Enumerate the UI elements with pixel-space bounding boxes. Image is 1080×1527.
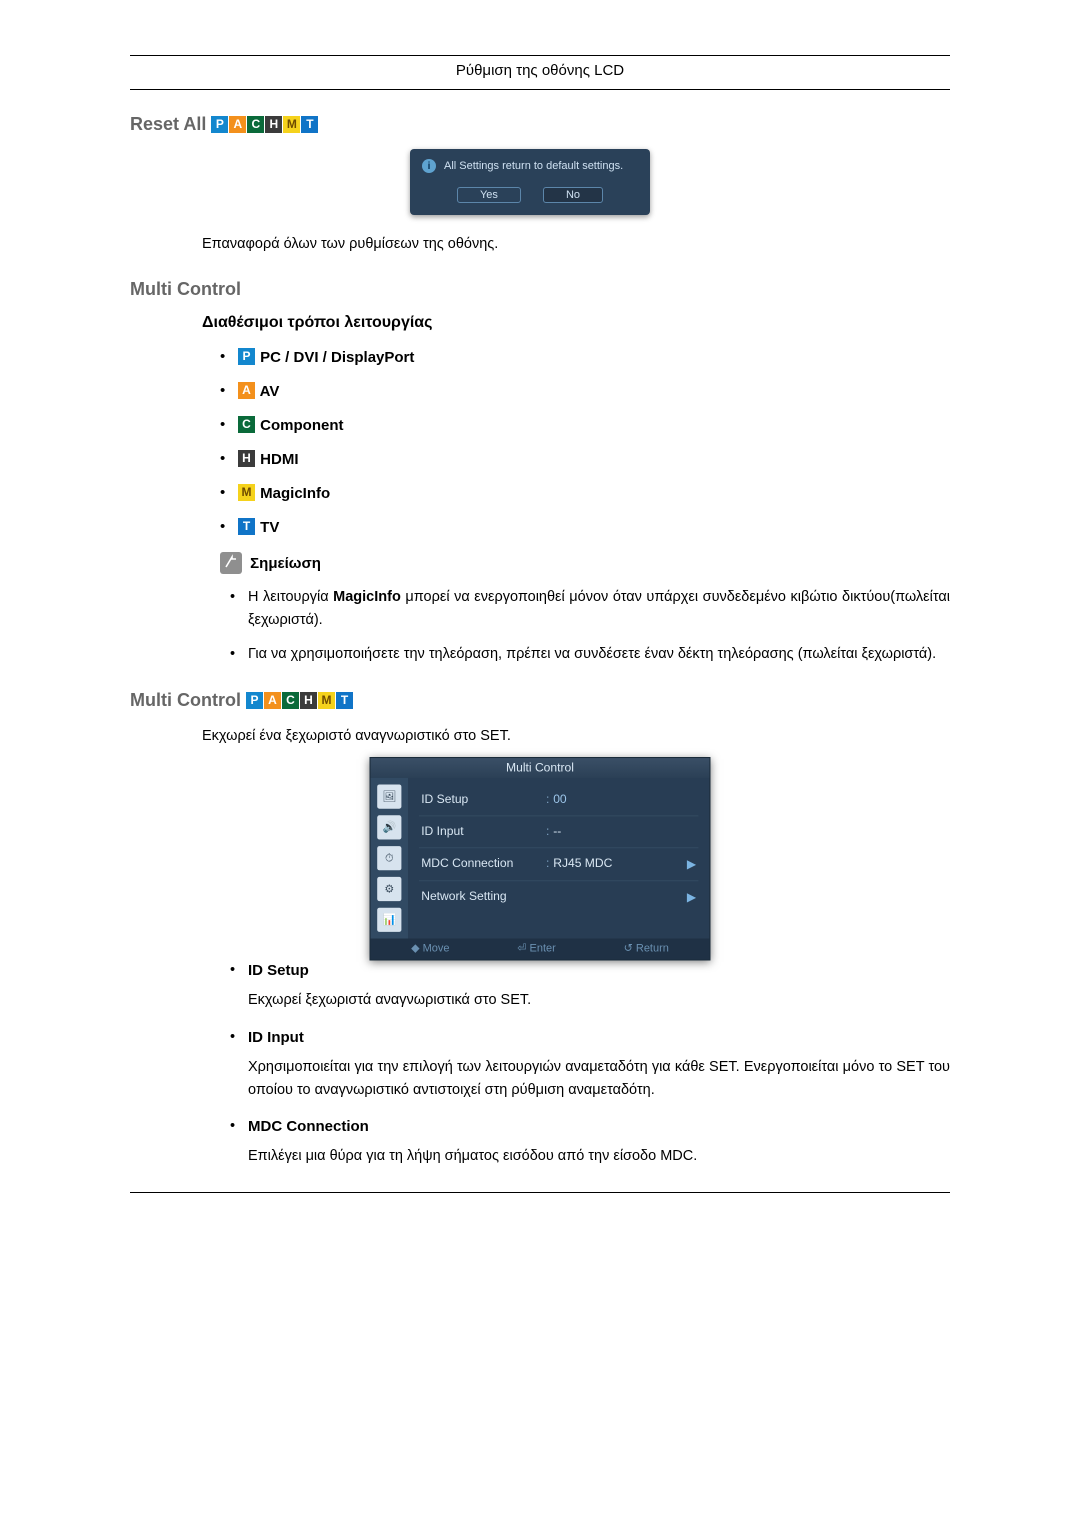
p-icon: P [246,692,263,709]
osd-row: ID Input:-- [419,817,698,849]
m-icon: M [238,484,255,501]
def-item: MDC Connection Επιλέγει μια θύρα για τη … [248,1118,950,1168]
dialog-no-button[interactable]: No [543,187,603,203]
osd-foot-enter: ⏎ Enter [517,943,556,955]
osd-row: ID Setup:00 [419,785,698,817]
osd-row: MDC Connection:RJ45 MDC▶ [419,849,698,882]
arrow-right-icon: ▶ [687,857,696,871]
osd-title: Multi Control [371,758,710,778]
mode-item-pc: P PC / DVI / DisplayPort [238,348,950,366]
mc2-intro: Εκχωρεί ένα ξεχωριστό αναγνωριστικό στο … [202,725,950,747]
reset-desc: Επαναφορά όλων των ρυθμίσεων της οθόνης. [202,233,950,255]
note-item-2: Για να χρησιμοποιήσετε την τηλεόραση, πρ… [248,643,950,665]
mode-item-hdmi: H HDMI [238,450,950,468]
osd-row: Network Setting▶ [419,882,698,914]
osd-sidebar-icon: 📊 [377,908,401,932]
h-icon: H [265,116,282,133]
osd-sidebar-icon: 🔊 [377,816,401,840]
c-icon: C [282,692,299,709]
reset-all-heading: Reset All PACHMT [130,114,950,135]
p-icon: P [238,348,255,365]
dialog-yes-button[interactable]: Yes [457,187,521,203]
h-icon: H [300,692,317,709]
reset-dialog-image: i All Settings return to default setting… [410,149,950,215]
osd-sidebar-icon: ⏱ [377,846,401,870]
def-desc: Επιλέγει μια θύρα για τη λήψη σήματος ει… [248,1145,950,1168]
a-icon: A [264,692,281,709]
m-icon: M [318,692,335,709]
m-icon: M [283,116,300,133]
t-icon: T [301,116,318,133]
note-icon [220,552,242,574]
def-item: ID Input Χρησιμοποιείται για την επιλογή… [248,1029,950,1102]
c-icon: C [247,116,264,133]
osd-sidebar-icon: 🖼 [377,785,401,809]
def-term: ID Input [248,1029,950,1046]
arrow-right-icon: ▶ [687,890,696,904]
def-term: ID Setup [248,962,950,979]
mode-item-component: C Component [238,416,950,434]
mode-item-av: A AV [238,382,950,400]
def-desc: Χρησιμοποιείται για την επιλογή των λειτ… [248,1056,950,1102]
osd-foot-return: ↺ Return [624,943,669,955]
osd-foot-move: ◆ Move [411,943,449,955]
note-item-1: Η λειτουργία MagicInfo μπορεί να ενεργοπ… [248,586,950,631]
multi-control-heading: Multi Control [130,279,950,300]
a-icon: A [238,382,255,399]
def-desc: Εκχωρεί ξεχωριστά αναγνωριστικά στο SET. [248,989,950,1012]
multi-control2-heading: Multi Control PACHMT [130,690,950,711]
note-label: Σημείωση [220,552,950,574]
mode-item-magicinfo: M MagicInfo [238,484,950,502]
dialog-text: All Settings return to default settings. [444,160,623,172]
p-icon: P [211,116,228,133]
t-icon: T [238,518,255,535]
def-term: MDC Connection [248,1118,950,1135]
def-item: ID Setup Εκχωρεί ξεχωριστά αναγνωριστικά… [248,962,950,1012]
osd-sidebar-icon: ⚙ [377,877,401,901]
modes-subtitle: Διαθέσιμοι τρόποι λειτουργίας [202,314,950,332]
info-icon: i [422,159,436,173]
page-header: Ρύθμιση της οθόνης LCD [130,62,950,89]
osd-screenshot: Multi Control 🖼 🔊 ⏱ ⚙ 📊 ID Setup:00 ID I… [370,757,711,961]
c-icon: C [238,416,255,433]
t-icon: T [336,692,353,709]
a-icon: A [229,116,246,133]
mode-item-tv: T TV [238,518,950,536]
h-icon: H [238,450,255,467]
